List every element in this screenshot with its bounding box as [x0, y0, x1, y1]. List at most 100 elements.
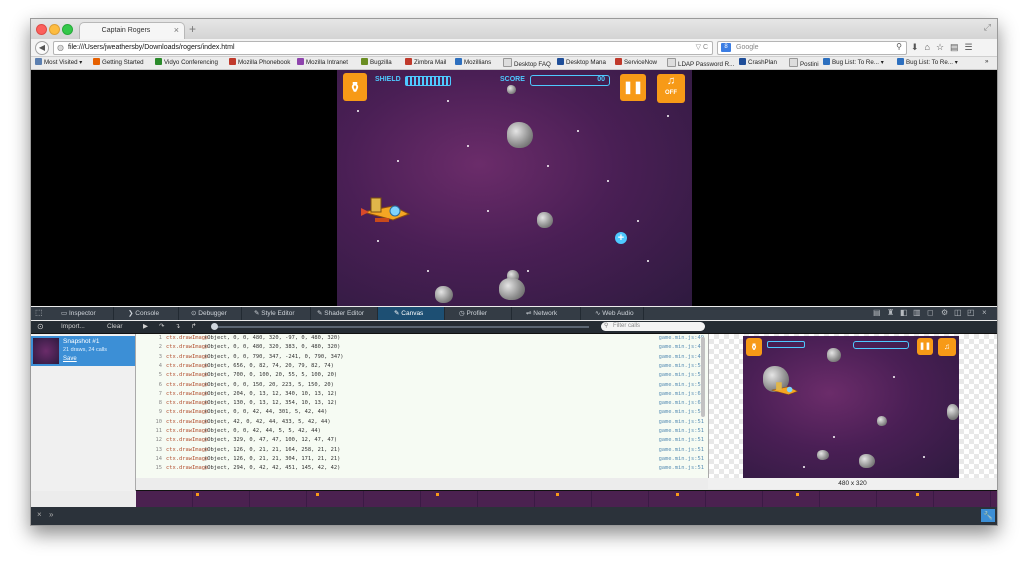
tab-inspector[interactable]: ▭ Inspector — [47, 307, 114, 320]
element-picker-icon[interactable]: ⬚ — [35, 308, 43, 317]
bookmark-item[interactable]: Desktop FAQ — [503, 58, 551, 68]
call-row[interactable]: 4 ctx.drawImage (Object, 656, 0, 82, 74, 2… — [136, 362, 708, 371]
bookmark-item[interactable]: LDAP Password R... — [667, 58, 734, 68]
responsive-mode-icon[interactable]: ▥ — [913, 308, 921, 317]
tab-captain-rogers[interactable]: Captain Rogers × — [79, 22, 185, 40]
snapshot-stats: 21 draws, 24 calls — [63, 347, 108, 353]
music-toggle-button[interactable]: ♫ OFF — [657, 74, 685, 103]
call-row[interactable]: 11 ctx.drawImage (Object, 0, 0, 42, 44, 5,… — [136, 427, 708, 436]
calls-slider-handle[interactable] — [211, 323, 218, 330]
back-button[interactable]: ◀ — [35, 41, 49, 55]
calls-slider-track[interactable] — [213, 326, 589, 328]
bookmark-item[interactable]: Bugzilla — [361, 58, 392, 66]
bookmark-item[interactable]: Postini — [789, 58, 819, 68]
snapshot-save-link[interactable]: Save — [63, 356, 77, 362]
import-button[interactable]: Import... — [61, 321, 85, 333]
call-row[interactable]: 14 ctx.drawImage (Object, 126, 0, 21, 21, … — [136, 455, 708, 464]
bookmark-item[interactable]: Getting Started — [93, 58, 144, 66]
tab-close-icon[interactable]: × — [174, 25, 179, 35]
window-minimize-button[interactable] — [49, 24, 60, 35]
screenshot-icon[interactable]: ◻ — [927, 308, 934, 317]
call-row[interactable]: 2 ctx.drawImage (Object, 0, 0, 480, 320, 3… — [136, 343, 708, 352]
bookmark-item[interactable]: ServiceNow — [615, 58, 657, 66]
preview-asteroid — [877, 416, 887, 426]
console-prompt[interactable]: » — [49, 510, 53, 519]
search-input[interactable]: Google — [736, 44, 759, 51]
step-in-icon[interactable]: ↴ — [175, 321, 180, 333]
tab-network[interactable]: ⇌ Network — [512, 307, 581, 320]
tab-profiler[interactable]: ◷ Profiler — [445, 307, 512, 320]
call-row[interactable]: 15 ctx.drawImage (Object, 294, 0, 42, 42, … — [136, 464, 708, 473]
settings-gear-icon[interactable]: ⚙ — [941, 308, 948, 317]
tab-web-audio[interactable]: ∿ Web Audio — [581, 307, 644, 320]
url-bar[interactable]: ◍ file:///Users/jweathersby/Downloads/ro… — [53, 41, 713, 55]
preview-music-icon: ♫ — [938, 338, 956, 356]
bookmark-item[interactable]: CrashPlan — [739, 58, 777, 66]
search-icon: ⚲ — [604, 323, 609, 329]
tab-debugger[interactable]: ⊙ Debugger — [179, 307, 242, 320]
call-row[interactable]: 13 ctx.drawImage (Object, 126, 0, 21, 21, … — [136, 446, 708, 455]
call-row[interactable]: 7 ctx.drawImage (Object, 204, 0, 13, 12, 3… — [136, 390, 708, 399]
calls-scrollbar[interactable] — [701, 337, 705, 417]
filter-calls-input[interactable]: ⚲ Filter calls — [601, 322, 705, 331]
tab-console[interactable]: ❯ Console — [114, 307, 179, 320]
google-icon[interactable]: 8 — [721, 43, 731, 52]
close-console-icon[interactable]: × — [37, 510, 42, 519]
url-text[interactable]: file:///Users/jweathersby/Downloads/roge… — [68, 44, 235, 51]
bookmark-item[interactable]: Mozilla Phonebook — [229, 58, 290, 66]
scratchpad-icon[interactable]: ◧ — [900, 308, 908, 317]
star — [577, 130, 579, 132]
phonebook-icon — [229, 58, 236, 65]
dock-side-icon[interactable]: ◫ — [954, 308, 962, 317]
close-devtools-icon[interactable]: × — [982, 308, 987, 317]
step-over-icon[interactable]: ↷ — [159, 321, 164, 333]
call-row[interactable]: 6 ctx.drawImage (Object, 0, 0, 150, 20, 22… — [136, 381, 708, 390]
call-row[interactable]: 9 ctx.drawImage (Object, 0, 0, 42, 44, 301… — [136, 408, 708, 417]
snapshot-title: Snapshot #1 — [63, 338, 100, 345]
toolbar-icons[interactable]: ⬇⌂☆▤☰ — [911, 42, 979, 53]
split-console-icon[interactable]: ▤ — [873, 308, 881, 317]
undock-icon[interactable]: ◰ — [967, 308, 975, 317]
bomb-button[interactable]: ⚱ — [343, 73, 367, 101]
tab-style-editor[interactable]: ✎ Style Editor — [242, 307, 311, 320]
resume-icon[interactable]: ▶ — [143, 321, 148, 333]
call-row[interactable]: 1 ctx.drawImage (Object, 0, 0, 480, 320, -… — [136, 334, 708, 343]
bookmark-item[interactable]: Most Visited ▾ — [35, 58, 82, 66]
bookmark-item[interactable]: Bug List: To Re... ▾ — [823, 58, 884, 66]
bookmark-item[interactable]: Vidyo Conferencing — [155, 58, 218, 66]
window-close-button[interactable] — [36, 24, 47, 35]
new-tab-button[interactable]: + — [189, 22, 196, 36]
bookmark-item[interactable]: Zimbra Mail — [405, 58, 446, 66]
search-icon[interactable]: ⚲ — [896, 42, 902, 51]
filmstrip-marker — [316, 493, 319, 496]
search-bar[interactable]: 8 Google ⚲ — [717, 41, 907, 55]
wrench-icon[interactable]: 🔧 — [981, 509, 995, 522]
tab-shader-editor[interactable]: ✎ Shader Editor — [311, 307, 378, 320]
bookmarks-overflow-icon[interactable]: » — [985, 58, 988, 65]
call-row[interactable]: 5 ctx.drawImage (Object, 700, 0, 100, 20, … — [136, 371, 708, 380]
snapshot-item[interactable]: Snapshot #1 21 draws, 24 calls Save — [31, 336, 135, 366]
game-canvas[interactable]: ⚱ SHIELD SCORE 00 ❚❚ ♫ OFF + — [337, 70, 692, 306]
step-out-icon[interactable]: ↱ — [191, 321, 196, 333]
asteroid — [507, 122, 533, 148]
star — [547, 165, 549, 167]
pause-button[interactable]: ❚❚ — [620, 74, 646, 101]
bookmark-item[interactable]: Desktop Mana — [557, 58, 606, 66]
record-snapshot-icon[interactable]: ⊙ — [37, 321, 44, 333]
call-row[interactable]: 3 ctx.drawImage (Object, 0, 0, 790, 347, -… — [136, 353, 708, 362]
call-row[interactable]: 12 ctx.drawImage (Object, 329, 0, 47, 47, … — [136, 436, 708, 445]
paint-flashing-icon[interactable]: ♜ — [887, 308, 894, 317]
clear-button[interactable]: Clear — [107, 321, 123, 333]
call-row[interactable]: 10 ctx.drawImage (Object, 42, 0, 42, 44, 4… — [136, 418, 708, 427]
bookmark-item[interactable]: Mozilla Intranet — [297, 58, 348, 66]
tab-canvas[interactable]: ✎ Canvas — [378, 307, 445, 320]
bookmark-item[interactable]: Mozillians — [455, 58, 491, 66]
bookmark-item[interactable]: Bug List: To Re... ▾ — [897, 58, 958, 66]
reload-icon[interactable]: ▽ C — [696, 43, 708, 51]
fullscreen-icon[interactable]: ⤢ — [984, 22, 991, 33]
window-maximize-button[interactable] — [62, 24, 73, 35]
thumbnail-filmstrip[interactable] — [136, 490, 997, 508]
call-row[interactable]: 8 ctx.drawImage (Object, 130, 0, 13, 12, 3… — [136, 399, 708, 408]
tab-title: Captain Rogers — [101, 27, 151, 34]
calls-list: 1 ctx.drawImage (Object, 0, 0, 480, 320, -… — [136, 334, 708, 478]
